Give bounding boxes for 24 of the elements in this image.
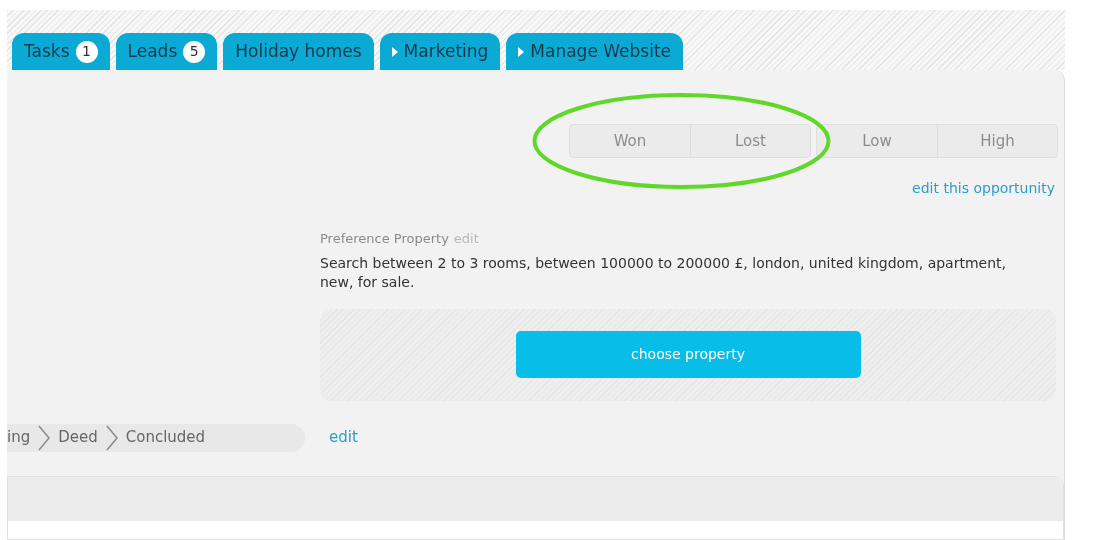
choose-property-button[interactable]: choose property bbox=[515, 331, 861, 378]
segment-button[interactable]: Low bbox=[817, 125, 937, 157]
caret-icon bbox=[518, 46, 525, 57]
count-badge: 1 bbox=[75, 40, 98, 63]
tab[interactable]: Marketing bbox=[379, 33, 501, 70]
chevron-icon bbox=[38, 424, 51, 451]
stage-label: Concluded bbox=[125, 427, 206, 449]
tab[interactable]: Tasks 1 bbox=[12, 33, 110, 70]
tab[interactable]: Manage Website bbox=[506, 33, 684, 70]
caret-icon bbox=[391, 46, 398, 57]
edit-opportunity-link[interactable]: edit this opportunity bbox=[912, 178, 1055, 199]
segment-button[interactable]: Won bbox=[570, 125, 690, 157]
edit-link[interactable]: edit bbox=[329, 426, 358, 449]
stage-label: ing bbox=[7, 427, 31, 449]
preference-description: Search between 2 to 3 rooms, between 100000 to 200000 £, london, united kingdom, apartment, new, for sale. bbox=[320, 253, 1007, 292]
stage-label: Deed bbox=[58, 427, 98, 449]
tab[interactable]: Leads 5 bbox=[115, 33, 218, 70]
tab[interactable]: Holiday homes bbox=[223, 33, 374, 70]
edit-link[interactable]: edit bbox=[453, 229, 479, 249]
count-badge: 5 bbox=[183, 40, 206, 63]
chevron-icon bbox=[105, 424, 118, 451]
segment-button[interactable]: Lost bbox=[690, 125, 810, 157]
section-title: Preference Property bbox=[320, 230, 449, 248]
segment-button[interactable]: High bbox=[937, 125, 1057, 157]
